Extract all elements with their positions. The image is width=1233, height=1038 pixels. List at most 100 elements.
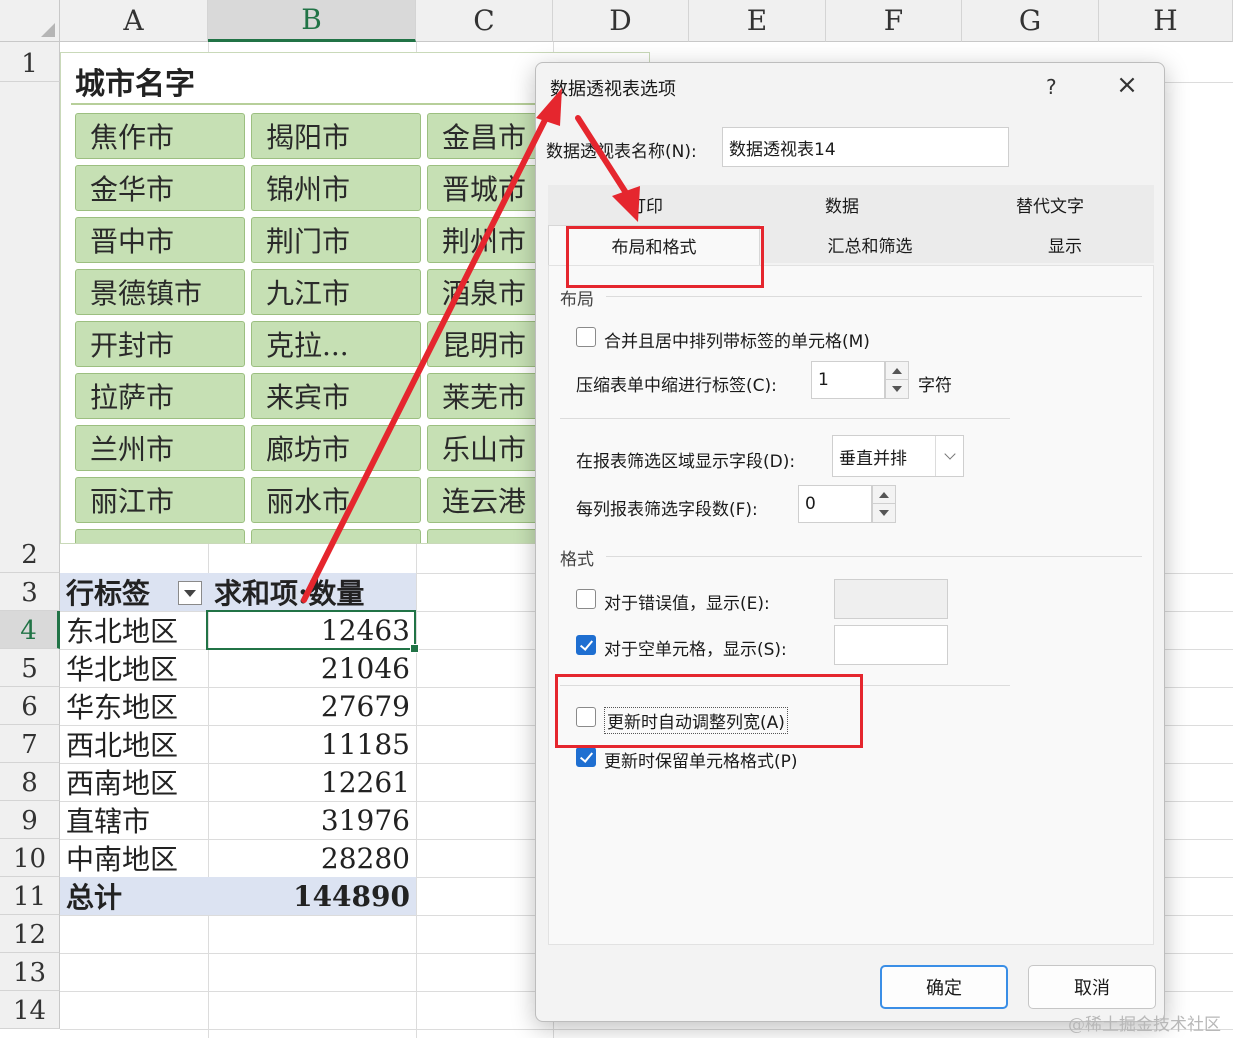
row-header-14[interactable]: 14 [0,991,60,1029]
slicer-item[interactable]: 晋中市 [75,217,245,263]
tab-data[interactable]: 数据 [744,185,940,223]
row-header-2[interactable]: 2 [0,82,60,573]
filter-area-label: 在报表筛选区域显示字段(D): [576,452,796,472]
filter-area-select[interactable]: 垂直并排 [832,435,964,477]
filter-count-spinner[interactable] [872,485,896,523]
section-divider [606,556,1142,557]
pivot-row-value[interactable]: 27679 [208,687,416,725]
slicer-item[interactable]: 九江市 [251,269,421,315]
pivot-row-value[interactable]: 28280 [208,839,416,877]
spin-down-icon[interactable] [873,504,895,522]
ok-button[interactable]: 确定 [880,965,1008,1009]
slicer-item[interactable]: 拉萨市 [75,373,245,419]
cancel-button[interactable]: 取消 [1028,965,1156,1009]
tab-display[interactable]: 显示 [976,225,1154,263]
filter-area-value: 垂直并排 [839,448,907,469]
slicer-item-partial[interactable] [251,529,421,543]
pivot-row-label[interactable]: 西南地区 [66,763,178,801]
slicer-item[interactable]: 锦州市 [251,165,421,211]
layout-section-title: 布局 [560,290,594,310]
slicer-item-partial[interactable] [75,529,245,543]
slicer-item[interactable]: 焦作市 [75,113,245,159]
spin-up-icon[interactable] [886,362,908,380]
active-cell-b4[interactable] [206,610,419,653]
slicer-item[interactable]: 廊坊市 [251,425,421,471]
row-header-1[interactable]: 1 [0,42,60,82]
tab-alt-text[interactable]: 替代文字 [946,185,1154,223]
column-header-d[interactable]: D [553,0,689,42]
chevron-down-icon[interactable] [935,436,963,476]
pivot-row-label[interactable]: 西北地区 [66,725,178,763]
pivot-row-value[interactable]: 21046 [208,649,416,687]
column-header-e[interactable]: E [689,0,826,42]
pivot-value-header[interactable]: 求和项:数量 [214,573,364,611]
slicer-item[interactable]: 荆门市 [251,217,421,263]
filter-count-input[interactable]: 0 [798,485,872,523]
pivot-row-value[interactable]: 12261 [208,763,416,801]
pivot-row-label[interactable]: 中南地区 [66,839,178,877]
indent-spinner[interactable] [885,361,909,399]
empty-cell-input[interactable] [834,625,948,665]
filter-count-label: 每列报表筛选字段数(F): [576,500,758,520]
row-header-9[interactable]: 9 [0,801,60,839]
slicer-title: 城市名字 [75,67,195,102]
preserve-format-checkbox[interactable] [576,747,596,767]
row-header-5[interactable]: 5 [0,649,60,687]
filter-dropdown-icon[interactable] [178,581,202,605]
slicer-item[interactable]: 来宾市 [251,373,421,419]
pivot-row-value[interactable]: 11185 [208,725,416,763]
row-header-11[interactable]: 11 [0,877,60,915]
row-header-7[interactable]: 7 [0,725,60,763]
error-value-label[interactable]: 对于错误值，显示(E): [604,589,770,614]
spin-down-icon[interactable] [886,380,908,398]
slicer-item[interactable]: 兰州市 [75,425,245,471]
slicer-item[interactable]: 克拉... [251,321,421,367]
row-header-13[interactable]: 13 [0,953,60,991]
row-header-4[interactable]: 4 [0,611,60,649]
pivot-row-label[interactable]: 华东地区 [66,687,178,725]
slicer-item[interactable]: 丽水市 [251,477,421,523]
tab-totals-filters[interactable]: 汇总和筛选 [764,225,976,263]
empty-cell-label[interactable]: 对于空单元格，显示(S): [604,635,787,660]
indent-unit-label: 字符 [918,376,952,396]
slicer-item[interactable]: 景德镇市 [75,269,245,315]
section-divider [606,296,1142,297]
pivot-row-label-header[interactable]: 行标签 [66,573,150,611]
pivot-row-label[interactable]: 华北地区 [66,649,178,687]
tab-print[interactable]: 打印 [548,185,744,223]
preserve-format-label[interactable]: 更新时保留单元格格式(P) [604,747,798,772]
indent-input[interactable]: 1 [811,361,885,399]
pivot-name-input[interactable]: 数据透视表14 [722,127,1009,167]
merge-center-checkbox[interactable] [576,327,596,347]
slicer-item[interactable]: 开封市 [75,321,245,367]
gridline [60,1029,1233,1030]
row-header-10[interactable]: 10 [0,839,60,877]
spin-up-icon[interactable] [873,486,895,504]
column-header-h[interactable]: H [1099,0,1233,42]
row-header-3[interactable]: 3 [0,573,60,611]
pivot-row-label[interactable]: 东北地区 [66,611,178,649]
pivot-total-value[interactable]: 144890 [208,877,416,915]
help-icon[interactable]: ? [1046,75,1057,99]
dialog-title: 数据透视表选项 [550,79,676,100]
empty-cell-checkbox[interactable] [576,635,596,655]
row-header-12[interactable]: 12 [0,915,60,953]
column-header-c[interactable]: C [416,0,553,42]
annotation-box-layout-tab [566,226,764,288]
column-header-f[interactable]: F [826,0,962,42]
pivot-row-value[interactable]: 31976 [208,801,416,839]
column-header-g[interactable]: G [962,0,1099,42]
slicer-item[interactable]: 揭阳市 [251,113,421,159]
row-header-8[interactable]: 8 [0,763,60,801]
row-header-6[interactable]: 6 [0,687,60,725]
pivot-row-label[interactable]: 直辖市 [66,801,150,839]
merge-center-label[interactable]: 合并且居中排列带标签的单元格(M) [604,327,870,352]
error-value-checkbox[interactable] [576,589,596,609]
slicer-item[interactable]: 丽江市 [75,477,245,523]
slicer-item[interactable]: 金华市 [75,165,245,211]
column-header-b[interactable]: B [208,0,416,42]
pivot-total-label[interactable]: 总计 [66,877,122,915]
close-icon[interactable]: × [1114,72,1140,99]
column-header-a[interactable]: A [60,0,208,42]
select-all-corner[interactable] [0,0,60,42]
